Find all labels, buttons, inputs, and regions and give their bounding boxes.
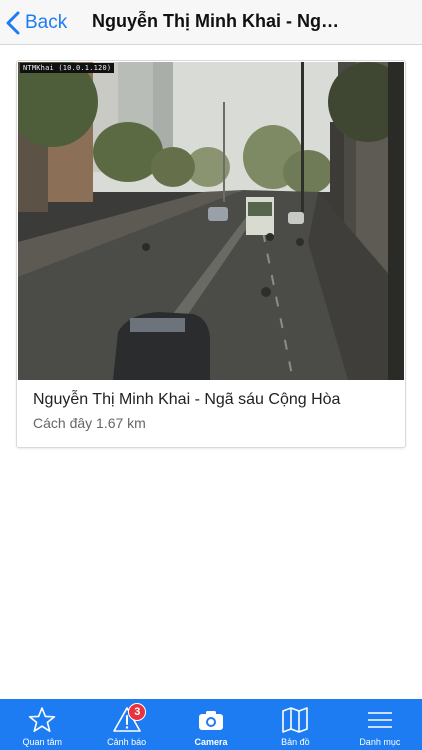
camera-distance: Cách đây 1.67 km xyxy=(33,415,146,431)
tab-canh-bao[interactable]: 3 Cảnh báo xyxy=(84,699,168,750)
camera-icon xyxy=(199,711,224,730)
tab-label: Cảnh báo xyxy=(107,737,147,747)
tab-ban-do[interactable]: Bản đồ xyxy=(253,699,337,750)
chevron-left-icon xyxy=(6,11,20,35)
tab-label: Danh mục xyxy=(359,737,401,747)
star-icon xyxy=(29,707,56,733)
camera-title: Nguyễn Thị Minh Khai - Ngã sáu Cộng Hòa xyxy=(33,391,341,408)
tab-camera[interactable]: Camera xyxy=(169,699,253,750)
tab-label: Bản đồ xyxy=(281,737,310,747)
back-button[interactable]: Back xyxy=(6,8,67,38)
alert-count-badge: 3 xyxy=(128,703,147,721)
camera-snapshot[interactable]: NTMKhai (10.0.1.120) xyxy=(18,62,404,380)
street-scene-image xyxy=(18,62,404,380)
camera-card[interactable]: NTMKhai (10.0.1.120) Nguyễn Thị Minh Kha… xyxy=(16,60,406,448)
menu-icon xyxy=(367,712,392,728)
page-title: Nguyễn Thị Minh Khai - Ngã sáu Cộng Hòa xyxy=(92,11,342,31)
tab-danh-muc[interactable]: Danh mục xyxy=(338,699,422,750)
back-button-label: Back xyxy=(25,12,68,33)
map-icon xyxy=(282,707,309,733)
tab-label: Quan tâm xyxy=(22,737,62,747)
navigation-bar: Back Nguyễn Thị Minh Khai - Ngã sáu Cộng… xyxy=(0,0,422,45)
tab-label: Camera xyxy=(194,737,228,747)
camera-id-overlay: NTMKhai (10.0.1.120) xyxy=(20,63,115,73)
tab-quan-tam[interactable]: Quan tâm xyxy=(0,699,84,750)
tab-bar: Quan tâm 3 Cảnh báo Camera Bản đồ Danh m… xyxy=(0,699,422,750)
